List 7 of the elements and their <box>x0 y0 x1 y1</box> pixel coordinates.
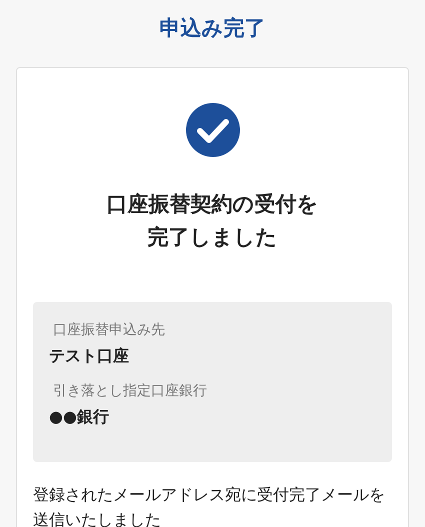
detail-value: ●●銀行 <box>49 406 110 428</box>
detail-value: テスト口座 <box>49 345 130 367</box>
completion-message: 口座振替契約の受付を 完了しました <box>106 191 320 251</box>
detail-label: 口座振替申込み先 <box>52 321 166 340</box>
page-title: 申込み完了 <box>158 15 266 42</box>
email-notice: 登録されたメールアドレス宛に受付完了メールを送信いたしました <box>33 484 386 527</box>
detail-label: 引き落とし指定口座銀行 <box>52 382 208 401</box>
